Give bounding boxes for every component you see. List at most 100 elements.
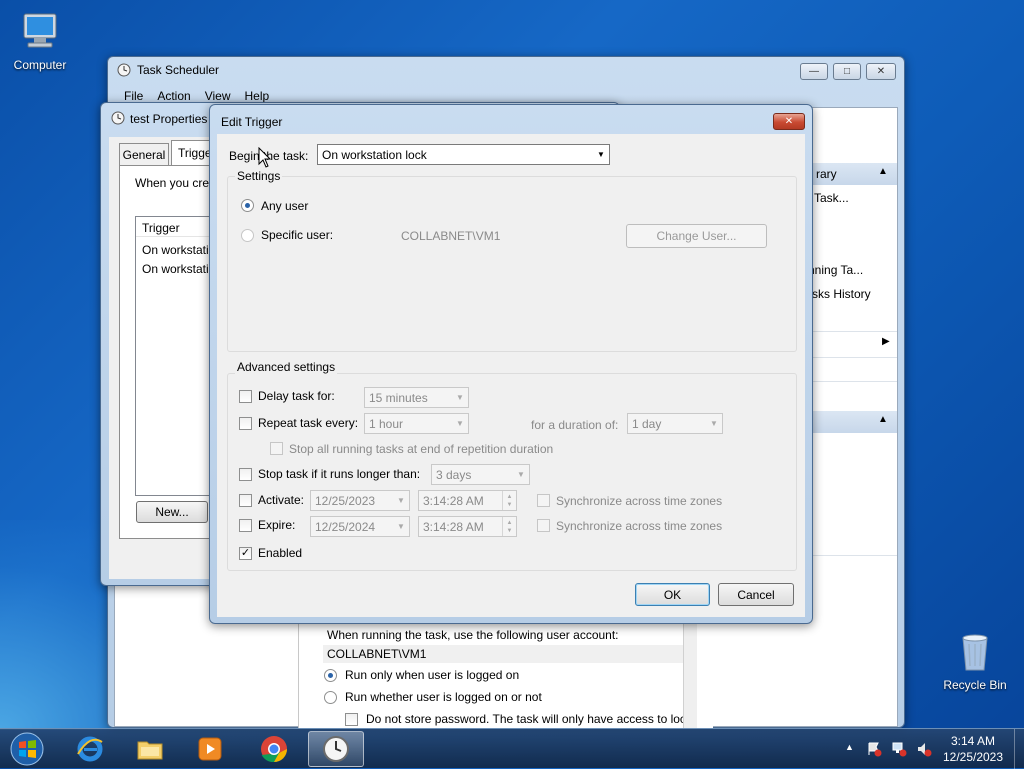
taskbar-file-explorer[interactable]: [124, 731, 176, 767]
begin-task-dropdown[interactable]: On workstation lock ▼: [317, 144, 610, 165]
dropdown-arrow-icon: ▼: [710, 419, 718, 428]
actions-pane-header-2[interactable]: ▲: [808, 411, 897, 433]
cancel-button[interactable]: Cancel: [718, 583, 794, 606]
start-button[interactable]: [2, 731, 52, 767]
button-label: Cancel: [737, 587, 775, 602]
task-general-panel: When running the task, use the following…: [298, 617, 713, 729]
edit-trigger-face: Begin the task: On workstation lock ▼ Se…: [217, 134, 805, 617]
close-icon: ✕: [876, 66, 886, 77]
vertical-scrollbar[interactable]: [683, 617, 697, 729]
delay-dropdown[interactable]: 15 minutes ▼: [364, 387, 469, 408]
expire-time-picker[interactable]: 3:14:28 AM ▲ ▼: [418, 516, 517, 537]
sync-activate-label: Synchronize across time zones: [556, 494, 723, 508]
minimize-icon: —: [809, 66, 819, 77]
menu-file[interactable]: File: [124, 89, 143, 103]
repeat-value: 1 hour: [369, 416, 404, 431]
folder-icon: [137, 741, 163, 760]
menu-action[interactable]: Action: [157, 89, 190, 103]
activate-checkbox[interactable]: [239, 494, 252, 507]
sync-activate-checkbox[interactable]: [537, 494, 550, 507]
clock-time[interactable]: 3:14 AM: [938, 734, 1008, 748]
no-store-password-checkbox[interactable]: [345, 713, 358, 726]
action-item[interactable]: nning Ta...: [808, 263, 863, 277]
edit-trigger-titlebar[interactable]: Edit Trigger ✕: [210, 105, 812, 131]
taskbar-task-scheduler[interactable]: [308, 731, 364, 767]
stop-longer-dropdown[interactable]: 3 days ▼: [431, 464, 530, 485]
minimize-button[interactable]: —: [800, 63, 828, 80]
dropdown-arrow-icon: ▼: [517, 470, 525, 479]
chevron-right-icon[interactable]: ▶: [882, 336, 890, 347]
show-hidden-icons-icon[interactable]: ▲: [845, 742, 854, 752]
change-user-button[interactable]: Change User...: [626, 224, 767, 248]
close-button[interactable]: ✕: [773, 113, 805, 130]
stop-running-checkbox[interactable]: [270, 442, 283, 455]
ok-button[interactable]: OK: [635, 583, 710, 606]
expire-label: Expire:: [258, 518, 296, 532]
activate-date-picker[interactable]: 12/25/2023 ▼: [310, 490, 410, 511]
clock-date[interactable]: 12/25/2023: [938, 750, 1008, 764]
action-item[interactable]: sks History: [812, 287, 871, 301]
task-scheduler-titlebar[interactable]: Task Scheduler — □ ✕: [108, 57, 904, 83]
desktop-icon-recycle-bin[interactable]: Recycle Bin: [935, 630, 1015, 692]
begin-task-value: On workstation lock: [322, 147, 427, 162]
volume-muted-icon[interactable]: [916, 741, 932, 757]
network-icon[interactable]: [891, 741, 907, 757]
repeat-dropdown[interactable]: 1 hour ▼: [364, 413, 469, 434]
menu-view[interactable]: View: [205, 89, 231, 103]
divider: [808, 555, 897, 556]
action-center-icon[interactable]: [866, 741, 882, 757]
taskbar-media-player[interactable]: [184, 731, 236, 767]
delay-task-checkbox[interactable]: [239, 390, 252, 403]
specific-user-radio[interactable]: [241, 229, 254, 242]
list-item[interactable]: On workstati: [142, 262, 209, 276]
sync-expire-checkbox[interactable]: [537, 519, 550, 532]
divider: [808, 331, 897, 332]
chrome-icon: [261, 736, 287, 763]
collapse-up-icon[interactable]: ▲: [878, 414, 888, 425]
show-desktop-button[interactable]: [1014, 729, 1024, 769]
enabled-checkbox[interactable]: ✓: [239, 547, 252, 560]
expire-date-picker[interactable]: 12/25/2024 ▼: [310, 516, 410, 537]
duration-dropdown[interactable]: 1 day ▼: [627, 413, 723, 434]
repeat-task-checkbox[interactable]: [239, 417, 252, 430]
action-item[interactable]: Task...: [814, 191, 849, 205]
taskbar-internet-explorer[interactable]: [64, 731, 116, 767]
checkmark-icon: ✓: [240, 547, 251, 559]
new-trigger-button[interactable]: New...: [136, 501, 208, 523]
collapse-up-icon[interactable]: ▲: [878, 166, 888, 177]
close-button[interactable]: ✕: [866, 63, 896, 80]
properties-title: test Properties: [130, 112, 208, 126]
run-logged-on-radio[interactable]: [324, 669, 337, 682]
calendar-icon: ▼: [397, 496, 405, 505]
enabled-label: Enabled: [258, 546, 303, 560]
stop-longer-label: Stop task if it runs longer than:: [258, 467, 421, 481]
expire-date-value: 12/25/2024: [315, 519, 376, 534]
windows-start-icon: [10, 732, 44, 766]
run-whether-radio[interactable]: [324, 691, 337, 704]
media-player-icon: [198, 737, 222, 761]
stop-longer-checkbox[interactable]: [239, 468, 252, 481]
settings-heading: Settings: [235, 169, 283, 183]
edit-trigger-title: Edit Trigger: [221, 115, 283, 129]
desktop-icon-label: Computer: [13, 58, 67, 72]
list-item[interactable]: On workstati: [142, 243, 209, 257]
actions-pane: rary ▲ Task... nning Ta... sks History ▶…: [808, 163, 897, 583]
actions-header-label: rary: [816, 167, 837, 181]
calendar-icon: ▼: [397, 522, 405, 531]
triggers-description: When you cre: [135, 176, 210, 190]
maximize-button[interactable]: □: [833, 63, 861, 80]
delay-value: 15 minutes: [369, 390, 428, 405]
taskbar-chrome[interactable]: [248, 731, 300, 767]
activate-time-picker[interactable]: 3:14:28 AM ▲ ▼: [418, 490, 517, 511]
run-logged-on-label: Run only when user is logged on: [345, 668, 520, 682]
menu-help[interactable]: Help: [245, 89, 270, 103]
tab-general[interactable]: General: [119, 143, 169, 165]
account-value: COLLABNET\VM1: [327, 647, 427, 661]
any-user-radio[interactable]: [241, 199, 254, 212]
actions-pane-header[interactable]: rary ▲: [808, 163, 897, 185]
expire-checkbox[interactable]: [239, 519, 252, 532]
desktop-icon-computer[interactable]: Computer: [0, 10, 80, 72]
computer-icon: [18, 10, 62, 54]
button-label: OK: [663, 587, 682, 602]
duration-label: for a duration of:: [531, 418, 619, 432]
